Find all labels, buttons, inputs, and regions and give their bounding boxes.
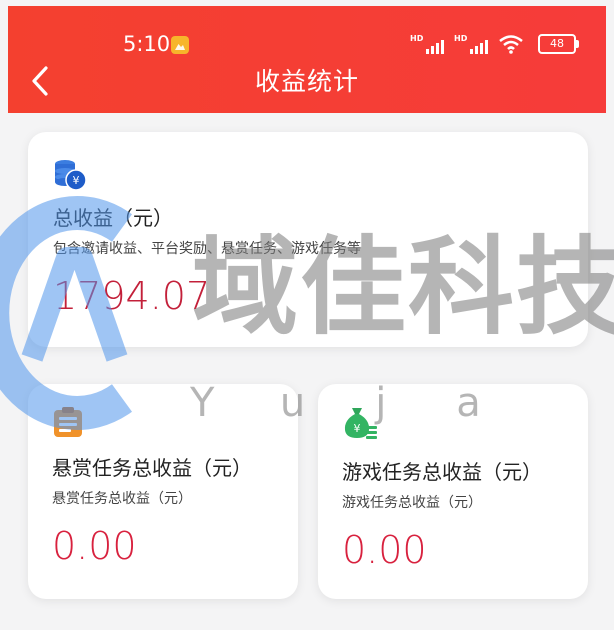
svg-text:¥: ¥ — [354, 422, 361, 435]
game-earnings-value: 0.00 — [342, 528, 427, 572]
bounty-earnings-title: 悬赏任务总收益（元） — [52, 456, 252, 480]
signal-hd-icon: HD — [410, 34, 444, 54]
signal-hd-icon: HD — [454, 34, 488, 54]
battery-indicator: 48 — [538, 34, 579, 54]
total-earnings-title: 总收益（元） — [53, 206, 173, 230]
bounty-earnings-value: 0.00 — [52, 524, 137, 568]
bounty-earnings-card: 悬赏任务总收益（元） 悬赏任务总收益（元） 0.00 — [28, 384, 298, 599]
gallery-notification-icon — [171, 36, 189, 54]
status-time: 5:10 — [123, 32, 171, 56]
total-earnings-value: 1794.07 — [53, 274, 211, 318]
coins-icon: ¥ — [55, 160, 87, 191]
game-earnings-title: 游戏任务总收益（元） — [342, 460, 542, 484]
total-earnings-card: ¥ 总收益（元） 包含邀请收益、平台奖励、悬赏任务、游戏任务等 1794.07 — [28, 132, 588, 347]
wifi-icon — [499, 35, 523, 54]
money-bag-icon: ¥ — [344, 408, 377, 439]
svg-text:¥: ¥ — [73, 174, 80, 187]
status-icons: HD HD 48 — [410, 34, 579, 54]
game-earnings-card: ¥ 游戏任务总收益（元） 游戏任务总收益（元） 0.00 — [318, 384, 588, 599]
total-earnings-subtitle: 包含邀请收益、平台奖励、悬赏任务、游戏任务等 — [53, 241, 361, 257]
clipboard-icon — [54, 407, 82, 437]
game-earnings-subtitle: 游戏任务总收益（元） — [342, 495, 482, 511]
page-title: 收益统计 — [254, 67, 359, 96]
bounty-earnings-subtitle: 悬赏任务总收益（元） — [52, 491, 192, 507]
header-bar: 5:10 HD HD 48 收益统计 — [8, 6, 606, 113]
